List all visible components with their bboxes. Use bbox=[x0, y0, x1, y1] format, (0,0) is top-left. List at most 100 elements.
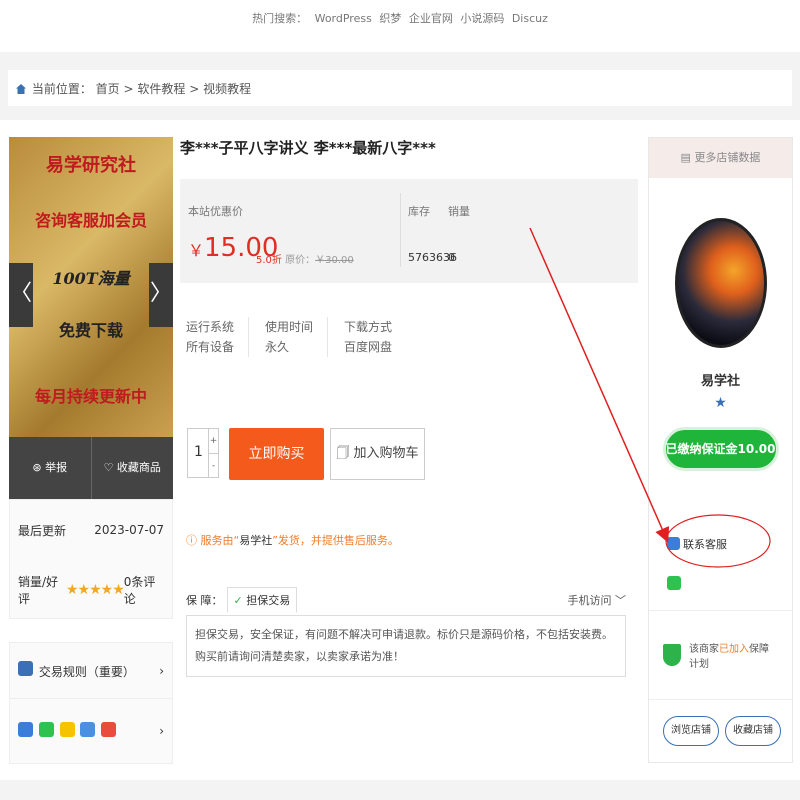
hot-search-item[interactable]: 小说源码 bbox=[460, 12, 504, 25]
breadcrumb-sep: > bbox=[119, 82, 138, 96]
trade-rules-box: 交易规则（重要） › › bbox=[9, 642, 173, 764]
shop-name[interactable]: 易学社 bbox=[649, 370, 792, 389]
service-pre: 服务由“ bbox=[200, 534, 240, 547]
guarantee-tab[interactable]: ✓ 担保交易 bbox=[226, 587, 298, 613]
cart-icon: 🗍 bbox=[336, 446, 354, 461]
breadcrumb-category[interactable]: 软件教程 bbox=[137, 82, 185, 96]
more-shop-data-link[interactable]: ▤ 更多店铺数据 bbox=[649, 138, 792, 178]
breadcrumb: 当前位置： 首页 > 软件教程 > 视频教程 bbox=[8, 70, 792, 106]
favorite-label: 收藏商品 bbox=[116, 461, 161, 474]
report-button[interactable]: ⊛ 举报 bbox=[9, 437, 91, 499]
orig-price: ￥30.00 bbox=[315, 255, 354, 266]
wechat-share-icon[interactable] bbox=[38, 722, 54, 737]
favorite-button[interactable]: ♡ 收藏商品 bbox=[90, 437, 174, 499]
add-to-cart-button[interactable]: 🗍 加入购物车 bbox=[330, 428, 425, 480]
qq-share-icon[interactable] bbox=[80, 722, 96, 737]
updated-label: 最后更新 bbox=[18, 523, 67, 538]
deposit-badge: 已缴纳保证金10.00元 bbox=[662, 427, 779, 494]
prev-image-button[interactable]: 〈 bbox=[9, 263, 33, 327]
info-icon: ⓘ bbox=[186, 534, 197, 547]
spec-key: 下载方式 bbox=[344, 320, 393, 334]
stock-label: 库存 bbox=[408, 205, 430, 218]
chevron-down-icon: ﹀ bbox=[615, 594, 626, 607]
contact-label: 联系客服 bbox=[683, 538, 727, 551]
product-specs: 运行系统 所有设备 使用时间永久 下载方式百度网盘 bbox=[186, 317, 422, 357]
chevron-right-icon: › bbox=[159, 663, 164, 678]
product-title: 李***子平八字讲义 李***最新八字*** bbox=[180, 139, 436, 157]
breadcrumb-prefix: 当前位置： bbox=[31, 82, 92, 96]
shop-logo[interactable] bbox=[674, 218, 767, 348]
qzone-share-icon[interactable] bbox=[59, 722, 75, 737]
price-label: 本站优惠价 bbox=[188, 205, 243, 218]
breadcrumb-home[interactable]: 首页 bbox=[96, 82, 120, 96]
contact-service-link[interactable]: 联系客服 bbox=[667, 536, 727, 552]
purchase-row: 1 + - 立即购买 🗍 加入购物车 bbox=[187, 428, 425, 480]
guarantee-description: 担保交易，安全保证，有问题不解决可申请退款。标价只是源码价格，不包括安装费。购买… bbox=[186, 615, 626, 677]
protection-plan: 该商家已加入保障计划 bbox=[649, 610, 792, 700]
wechat-icon[interactable] bbox=[667, 576, 681, 590]
product-info: 李***子平八字讲义 李***最新八字*** 本站优惠价 ￥15.00 5.0折… bbox=[180, 137, 640, 677]
spec-item: 下载方式 百度网盘 bbox=[344, 317, 406, 357]
trade-rules-label: 交易规则（重要） bbox=[38, 665, 135, 679]
price-extra: 5.0折 原价：￥30.00 bbox=[256, 251, 354, 266]
hot-search-label: 热门搜索： bbox=[252, 12, 308, 25]
discount: 5.0折 bbox=[256, 255, 282, 266]
sales-rating-label: 销量/好评 bbox=[18, 575, 59, 606]
home-icon bbox=[16, 84, 26, 94]
mobile-label: 手机访问 bbox=[567, 594, 612, 607]
weibo-share-icon[interactable] bbox=[18, 722, 33, 737]
product-stats: 最后更新 2023-07-07 销量/好评 ★★★★★ 0条评论 bbox=[9, 499, 173, 619]
hot-search-item[interactable]: 企业官网 bbox=[409, 12, 453, 25]
shop-panel: ▤ 更多店铺数据 易学社 ★ 已缴纳保证金10.00元 联系客服 该商家已加入保… bbox=[648, 137, 793, 763]
report-label: 举报 bbox=[45, 461, 68, 474]
product-image: 易学研究社 咨询客服加会员 100T海量 免费下载 每月持续更新中 〈 〉 bbox=[9, 137, 173, 437]
data-icon: ▤ bbox=[680, 151, 695, 164]
image-text: 咨询客服加会员 bbox=[34, 211, 147, 230]
collect-shop-button[interactable]: 收藏店铺 bbox=[725, 716, 781, 746]
gallery-actions: ⊛ 举报 ♡ 收藏商品 bbox=[9, 437, 173, 499]
sina-share-icon[interactable] bbox=[101, 722, 117, 737]
spec-key: 使用时间 bbox=[265, 320, 314, 334]
chevron-right-icon: › bbox=[159, 724, 164, 738]
spec-value: 百度网盘 bbox=[344, 340, 393, 354]
decrement-button[interactable]: - bbox=[208, 453, 218, 477]
service-note: ⓘ 服务由“易学社”发货，并提供售后服务。 bbox=[186, 532, 399, 548]
protect-on: 已加入 bbox=[719, 644, 749, 655]
breadcrumb-current[interactable]: 视频教程 bbox=[203, 82, 251, 96]
rules-icon bbox=[18, 661, 33, 676]
protect-pre: 该商家 bbox=[689, 644, 719, 655]
mobile-access-link[interactable]: 手机访问 ﹀ bbox=[568, 592, 627, 608]
cart-label: 加入购物车 bbox=[353, 446, 419, 461]
trade-rules-link[interactable]: 交易规则（重要） › bbox=[10, 643, 172, 699]
hot-search-bar: 热门搜索： WordPress 织梦 企业官网 小说源码 Discuz bbox=[0, 0, 800, 52]
service-post: ”发货，并提供售后服务。 bbox=[272, 534, 399, 547]
sales-value: 0 bbox=[448, 251, 455, 264]
guarantee-section: 保 障： ✓ 担保交易 手机访问 ﹀ 担保交易，安全保证，有问题不解决可申请退款… bbox=[186, 585, 626, 677]
hot-search-item[interactable]: WordPress bbox=[315, 12, 372, 25]
shield-icon bbox=[663, 644, 681, 666]
spec-item: 运行系统 所有设备 bbox=[186, 317, 250, 357]
reviews-count[interactable]: 0条评论 bbox=[124, 573, 164, 607]
service-shop-link[interactable]: 易学社 bbox=[239, 534, 272, 547]
image-text: 易学研究社 bbox=[46, 155, 136, 176]
spec-item: 使用时间 永久 bbox=[265, 317, 329, 357]
updated-value: 2023-07-07 bbox=[94, 523, 164, 537]
check-icon: ✓ bbox=[233, 594, 243, 607]
share-row: › bbox=[10, 699, 172, 763]
guarantee-tag: 担保交易 bbox=[246, 594, 291, 607]
quantity-value[interactable]: 1 bbox=[194, 444, 203, 460]
quantity-stepper[interactable]: 1 + - bbox=[187, 428, 219, 478]
buy-now-button[interactable]: 立即购买 bbox=[229, 428, 324, 480]
contact-icon bbox=[667, 537, 680, 550]
browse-shop-button[interactable]: 浏览店铺 bbox=[663, 716, 719, 746]
shop-buttons: 浏览店铺 收藏店铺 bbox=[663, 716, 787, 746]
next-image-button[interactable]: 〉 bbox=[149, 263, 173, 327]
hot-search-item[interactable]: 织梦 bbox=[379, 12, 401, 25]
spec-value: 永久 bbox=[265, 340, 290, 354]
hot-search-item[interactable]: Discuz bbox=[512, 12, 548, 25]
report-icon: ⊛ bbox=[32, 461, 46, 474]
currency-symbol: ￥ bbox=[188, 241, 205, 260]
shop-level-star-icon: ★ bbox=[714, 395, 727, 411]
increment-button[interactable]: + bbox=[208, 429, 218, 453]
image-text: 每月持续更新中 bbox=[34, 387, 147, 406]
